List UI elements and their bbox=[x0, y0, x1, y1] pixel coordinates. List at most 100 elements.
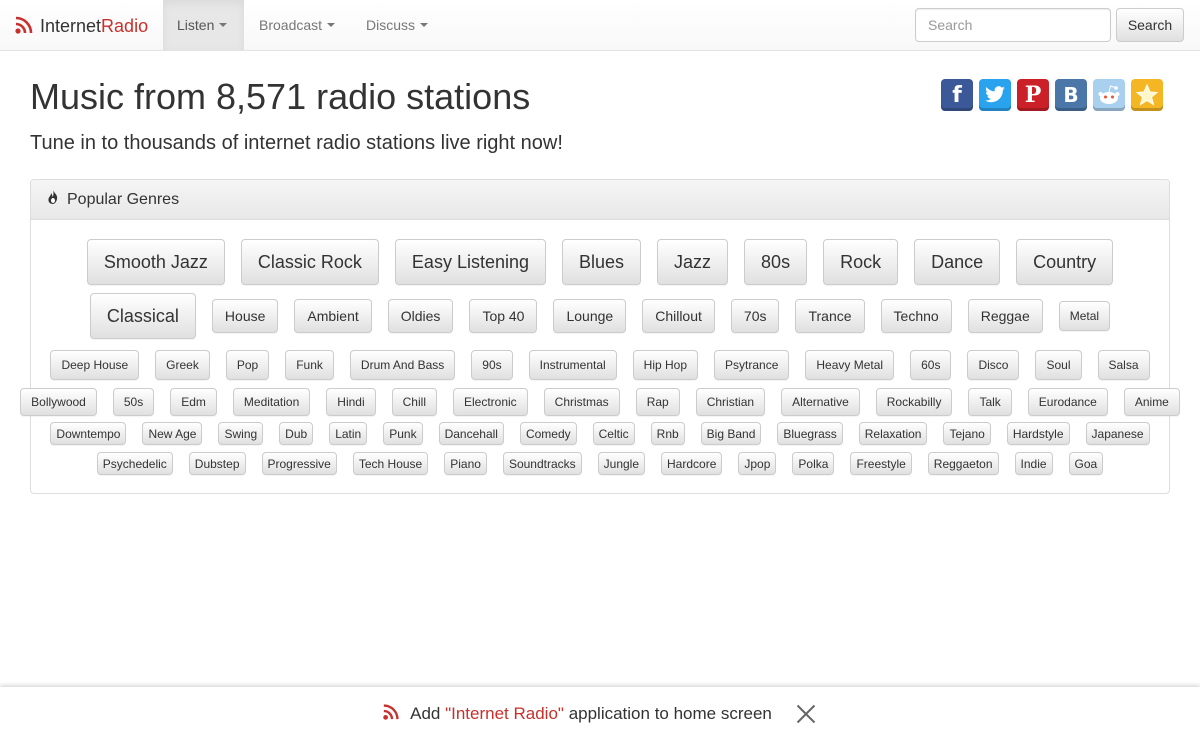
genre-button-trance[interactable]: Trance bbox=[795, 299, 865, 333]
search-input[interactable] bbox=[915, 8, 1111, 42]
genre-button-goa[interactable]: Goa bbox=[1068, 452, 1104, 475]
genre-button-rock[interactable]: Rock bbox=[823, 239, 899, 285]
genre-button-celtic[interactable]: Celtic bbox=[592, 422, 635, 445]
genre-button-hardcore[interactable]: Hardcore bbox=[661, 452, 723, 475]
genre-button-50s[interactable]: 50s bbox=[112, 388, 155, 416]
genre-button-christmas[interactable]: Christmas bbox=[543, 388, 620, 416]
genre-button-instrumental[interactable]: Instrumental bbox=[528, 350, 617, 380]
genre-button-rap[interactable]: Rap bbox=[635, 388, 680, 416]
genre-button-hindi[interactable]: Hindi bbox=[326, 388, 376, 416]
genre-button-anime[interactable]: Anime bbox=[1123, 388, 1180, 416]
genre-button-greek[interactable]: Greek bbox=[155, 350, 210, 380]
genre-button-metal[interactable]: Metal bbox=[1058, 301, 1111, 331]
favorite-star-icon[interactable] bbox=[1131, 79, 1163, 111]
genre-button-disco[interactable]: Disco bbox=[967, 350, 1020, 380]
genre-button-dubstep[interactable]: Dubstep bbox=[188, 452, 246, 475]
genre-button-new-age[interactable]: New Age bbox=[142, 422, 203, 445]
genre-button-80s[interactable]: 80s bbox=[744, 239, 808, 285]
genre-button-60s[interactable]: 60s bbox=[910, 350, 952, 380]
genre-button-jazz[interactable]: Jazz bbox=[657, 239, 729, 285]
genre-button-hip-hop[interactable]: Hip Hop bbox=[632, 350, 699, 380]
nav-listen[interactable]: Listen bbox=[163, 0, 244, 50]
genre-button-reggaeton[interactable]: Reggaeton bbox=[927, 452, 999, 475]
genre-button-big-band[interactable]: Big Band bbox=[700, 422, 762, 445]
genre-button-alternative[interactable]: Alternative bbox=[781, 388, 860, 416]
install-text[interactable]: Add "Internet Radio" application to home… bbox=[410, 704, 772, 724]
genre-button-pop[interactable]: Pop bbox=[225, 350, 270, 380]
genre-button-tejano[interactable]: Tejano bbox=[943, 422, 991, 445]
genre-button-christian[interactable]: Christian bbox=[695, 388, 766, 416]
genre-button-easy-listening[interactable]: Easy Listening bbox=[394, 239, 546, 285]
genre-row-medium: Classical House Ambient Oldies Top 40 Lounge C… bbox=[39, 293, 1161, 339]
brand-logo[interactable]: InternetRadio bbox=[14, 13, 148, 39]
genre-row-xsmall: Psychedelic Dubstep Progressive Tech House P… bbox=[39, 452, 1161, 475]
genre-button-jpop[interactable]: Jpop bbox=[738, 452, 777, 475]
genre-button-techno[interactable]: Techno bbox=[880, 299, 952, 333]
genre-button-downtempo[interactable]: Downtempo bbox=[50, 422, 127, 445]
genre-button-70s[interactable]: 70s bbox=[730, 299, 780, 333]
genre-button-heavy-metal[interactable]: Heavy Metal bbox=[805, 350, 895, 380]
genre-button-reggae[interactable]: Reggae bbox=[967, 299, 1043, 333]
page-subtitle: Tune in to thousands of internet radio s… bbox=[30, 132, 563, 154]
genre-button-chillout[interactable]: Chillout bbox=[642, 299, 715, 333]
genre-button-ambient[interactable]: Ambient bbox=[294, 299, 372, 333]
nav-broadcast[interactable]: Broadcast bbox=[245, 0, 349, 50]
caret-down-icon bbox=[327, 23, 336, 27]
genre-button-salsa[interactable]: Salsa bbox=[1097, 350, 1150, 380]
genre-button-funk[interactable]: Funk bbox=[285, 350, 334, 380]
genre-button-piano[interactable]: Piano bbox=[444, 452, 487, 475]
genre-button-progressive[interactable]: Progressive bbox=[261, 452, 337, 475]
genre-button-dance[interactable]: Dance bbox=[914, 239, 1001, 285]
nav-discuss[interactable]: Discuss bbox=[352, 0, 442, 50]
genre-button-deep-house[interactable]: Deep House bbox=[50, 350, 140, 380]
genre-button-indie[interactable]: Indie bbox=[1014, 452, 1053, 475]
genre-button-jungle[interactable]: Jungle bbox=[597, 452, 646, 475]
genre-button-country[interactable]: Country bbox=[1016, 239, 1114, 285]
genre-button-top-40[interactable]: Top 40 bbox=[469, 299, 538, 333]
genre-button-polka[interactable]: Polka bbox=[792, 452, 835, 475]
genre-button-rnb[interactable]: Rnb bbox=[650, 422, 685, 445]
genre-button-eurodance[interactable]: Eurodance bbox=[1027, 388, 1108, 416]
genre-button-electronic[interactable]: Electronic bbox=[452, 388, 528, 416]
add-to-home-screen-bar: Add "Internet Radio" application to home… bbox=[0, 687, 1200, 740]
genre-button-rockabilly[interactable]: Rockabilly bbox=[875, 388, 953, 416]
genre-button-smooth-jazz[interactable]: Smooth Jazz bbox=[86, 239, 225, 285]
genre-button-swing[interactable]: Swing bbox=[218, 422, 264, 445]
genre-button-bluegrass[interactable]: Bluegrass bbox=[777, 422, 843, 445]
pinterest-icon[interactable]: P bbox=[1017, 79, 1049, 111]
genre-button-drum-and-bass[interactable]: Drum And Bass bbox=[349, 350, 456, 380]
genre-button-relaxation[interactable]: Relaxation bbox=[858, 422, 928, 445]
genre-row-xsmall: Downtempo New Age Swing Dub Latin Punk Danceha… bbox=[39, 422, 1161, 445]
genre-button-dub[interactable]: Dub bbox=[279, 422, 314, 445]
genre-button-chill[interactable]: Chill bbox=[391, 388, 437, 416]
vk-icon[interactable]: B bbox=[1055, 79, 1087, 111]
genre-button-house[interactable]: House bbox=[211, 299, 279, 333]
genre-button-punk[interactable]: Punk bbox=[383, 422, 423, 445]
genre-button-lounge[interactable]: Lounge bbox=[553, 299, 627, 333]
genre-button-talk[interactable]: Talk bbox=[968, 388, 1012, 416]
genre-button-tech-house[interactable]: Tech House bbox=[352, 452, 429, 475]
genre-button-latin[interactable]: Latin bbox=[329, 422, 368, 445]
facebook-icon[interactable]: f bbox=[941, 79, 973, 111]
genre-button-hardstyle[interactable]: Hardstyle bbox=[1006, 422, 1070, 445]
genre-button-classic-rock[interactable]: Classic Rock bbox=[240, 239, 379, 285]
genre-button-edm[interactable]: Edm bbox=[170, 388, 217, 416]
genre-button-classical[interactable]: Classical bbox=[89, 293, 196, 339]
genre-button-japanese[interactable]: Japanese bbox=[1085, 422, 1150, 445]
twitter-icon[interactable] bbox=[979, 79, 1011, 111]
genre-button-freestyle[interactable]: Freestyle bbox=[850, 452, 912, 475]
search-button[interactable]: Search bbox=[1116, 8, 1184, 42]
genre-button-blues[interactable]: Blues bbox=[562, 239, 642, 285]
close-icon[interactable] bbox=[794, 702, 818, 726]
genre-button-oldies[interactable]: Oldies bbox=[387, 299, 454, 333]
genre-button-soundtracks[interactable]: Soundtracks bbox=[502, 452, 582, 475]
genre-button-comedy[interactable]: Comedy bbox=[519, 422, 577, 445]
genre-button-psychedelic[interactable]: Psychedelic bbox=[96, 452, 173, 475]
genre-button-soul[interactable]: Soul bbox=[1035, 350, 1082, 380]
genre-button-meditation[interactable]: Meditation bbox=[232, 388, 311, 416]
genre-button-dancehall[interactable]: Dancehall bbox=[438, 422, 504, 445]
genre-button-psytrance[interactable]: Psytrance bbox=[714, 350, 790, 380]
genre-button-90s[interactable]: 90s bbox=[471, 350, 513, 380]
genre-button-bollywood[interactable]: Bollywood bbox=[20, 388, 97, 416]
reddit-icon[interactable] bbox=[1093, 79, 1125, 111]
